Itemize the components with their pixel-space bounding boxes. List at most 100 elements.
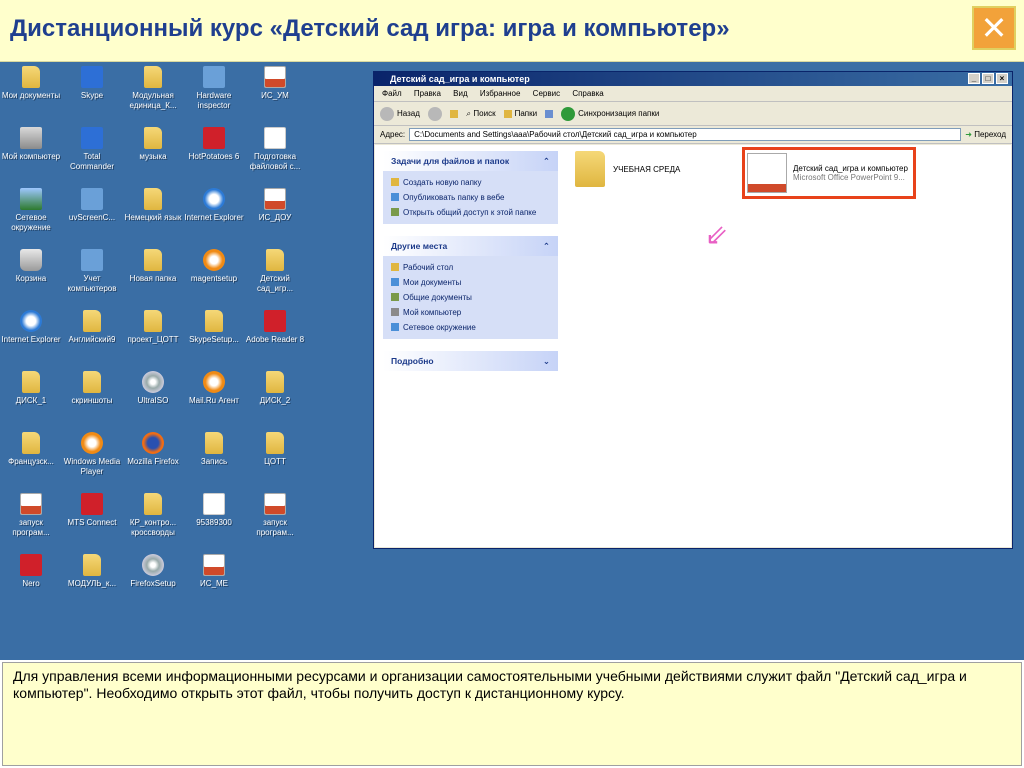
task-panel-header[interactable]: Подробно ⌄ (383, 351, 558, 371)
desktop-icon[interactable]: проект_ЦОТТ (122, 308, 184, 368)
task-panel-title: Другие места (391, 241, 448, 251)
desktop-icon[interactable]: Internet Explorer (0, 308, 62, 368)
menu-tools[interactable]: Сервис (533, 89, 560, 98)
folder-icon (144, 188, 162, 210)
desktop-icon[interactable]: Mail.Ru Агент (183, 369, 245, 429)
task-link[interactable]: Создать новую папку (391, 175, 550, 190)
desktop-icon[interactable]: ЦОТТ (244, 430, 306, 490)
desktop-icon-label: Учет компьютеров (67, 274, 117, 293)
menu-file[interactable]: Файл (382, 89, 402, 98)
folder-icon (266, 249, 284, 271)
desktop-icon[interactable]: 95389300 (183, 491, 245, 551)
desktop-icon[interactable]: запуск програм... (244, 491, 306, 551)
desktop-icon[interactable]: HotPotatoes 6 (183, 125, 245, 185)
task-panel-header[interactable]: Задачи для файлов и папок ⌃ (383, 151, 558, 171)
menu-edit[interactable]: Правка (414, 89, 441, 98)
slide: Дистанционный курс «Детский сад игра: иг… (0, 0, 1024, 768)
file-name: Детский сад_игра и компьютер (793, 164, 908, 173)
folders-button[interactable]: Папки (503, 102, 537, 126)
task-panel: Другие места ⌃ Рабочий стол Мои документы Об… (383, 236, 558, 339)
task-link[interactable]: Мой компьютер (391, 305, 550, 320)
desktop-icon-label: Windows Media Player (63, 457, 121, 476)
desktop-icon[interactable]: Мой компьютер (0, 125, 62, 185)
desktop-icon[interactable]: ДИСК_1 (0, 369, 62, 429)
desktop-icon[interactable]: Hardware inspector (183, 64, 245, 124)
desktop-icon-label: uvScreenC... (68, 213, 116, 222)
desktop-icon[interactable]: ИС_МЕ (183, 552, 245, 612)
desktop-icon[interactable]: FirefoxSetup (122, 552, 184, 612)
desktop-icon[interactable]: Total Commander (61, 125, 123, 185)
sync-button[interactable]: Синхронизация папки (561, 102, 659, 126)
menu-view[interactable]: Вид (453, 89, 467, 98)
menu-favorites[interactable]: Избранное (480, 89, 521, 98)
desktop-icon[interactable]: Немецкий язык (122, 186, 184, 246)
desktop-icon-label: 95389300 (196, 518, 232, 527)
desktop-icon[interactable]: Мои документы (0, 64, 62, 124)
task-link[interactable]: Сетевое окружение (391, 320, 550, 335)
desktop-icon-label: Немецкий язык (124, 213, 182, 222)
desktop-icon-label: запуск програм... (256, 518, 294, 537)
desktop-icon[interactable]: Skype (61, 64, 123, 124)
desktop-icon[interactable]: Новая папка (122, 247, 184, 307)
desktop-icon[interactable]: Английский9 (61, 308, 123, 368)
task-link[interactable]: Рабочий стол (391, 260, 550, 275)
powerpoint-icon (264, 493, 286, 515)
desktop-icon-label: Hardware inspector (196, 91, 232, 110)
task-link-label: Мой компьютер (403, 308, 462, 317)
file-item-presentation[interactable]: Детский сад_игра и компьютер Microsoft O… (742, 147, 916, 199)
go-button[interactable]: ➜ Переход (965, 126, 1012, 144)
task-icon (391, 208, 399, 216)
desktop-icon[interactable]: ИС_УМ (244, 64, 306, 124)
desktop-icon[interactable]: UltraISO (122, 369, 184, 429)
up-button[interactable] (449, 109, 458, 118)
desktop-icon[interactable]: скриншоты (61, 369, 123, 429)
desktop-icon[interactable]: Детский сад_игр... (244, 247, 306, 307)
task-panel-header[interactable]: Другие места ⌃ (383, 236, 558, 256)
search-button[interactable]: ⌕ Поиск (466, 102, 496, 126)
explorer-titlebar[interactable]: Детский сад_игра и компьютер _ □ × (374, 72, 1012, 86)
close-button[interactable]: ✕ (972, 6, 1016, 50)
back-button[interactable]: Назад (380, 102, 420, 126)
desktop-icon[interactable]: Internet Explorer (183, 186, 245, 246)
task-link[interactable]: Опубликовать папку в вебе (391, 190, 550, 205)
address-field[interactable]: C:\Documents and Settings\aaa\Рабочий ст… (409, 128, 962, 141)
desktop-icon[interactable]: uvScreenC... (61, 186, 123, 246)
desktop-icon[interactable]: Adobe Reader 8 (244, 308, 306, 368)
desktop-icon[interactable]: Сетевое окружение (0, 186, 62, 246)
desktop-icon-label: ИС_УМ (261, 91, 289, 100)
desktop-icon-label: Skype (80, 91, 104, 100)
desktop-icon[interactable]: Модульная единица_К... (122, 64, 184, 124)
go-arrow-icon: ➜ (965, 129, 972, 139)
forward-button[interactable] (427, 106, 442, 121)
desktop-icon[interactable]: Nero (0, 552, 62, 612)
task-link[interactable]: Открыть общий доступ к этой папке (391, 205, 550, 220)
menu-help[interactable]: Справка (572, 89, 603, 98)
task-link[interactable]: Общие документы (391, 290, 550, 305)
desktop-icon[interactable]: Запись (183, 430, 245, 490)
maximize-button[interactable]: □ (982, 73, 994, 84)
internet-explorer-icon (203, 188, 225, 210)
desktop-icon[interactable]: запуск програм... (0, 491, 62, 551)
minimize-button[interactable]: _ (968, 73, 980, 84)
desktop-icon[interactable]: музыка (122, 125, 184, 185)
desktop-icon[interactable]: КР_контро... кроссворды (122, 491, 184, 551)
desktop-icon[interactable]: Mozilla Firefox (122, 430, 184, 490)
desktop-icon[interactable]: Французск... (0, 430, 62, 490)
window-close-button[interactable]: × (996, 73, 1008, 84)
views-button[interactable] (545, 109, 554, 118)
desktop-icon[interactable]: МОДУЛЬ_к... (61, 552, 123, 612)
desktop-icon[interactable]: Учет компьютеров (61, 247, 123, 307)
desktop-icon-label: SkypeSetup... (189, 335, 239, 344)
desktop-icon[interactable]: ИС_ДОУ (244, 186, 306, 246)
desktop-icon-label: Сетевое окружение (11, 213, 51, 232)
desktop-icon[interactable]: ДИСК_2 (244, 369, 306, 429)
desktop-icon[interactable]: SkypeSetup... (183, 308, 245, 368)
file-item-folder[interactable]: УЧЕБНАЯ СРЕДА (575, 151, 680, 187)
desktop-icon[interactable]: Подготовка файловой с... (244, 125, 306, 185)
desktop-icon[interactable]: MTS Connect (61, 491, 123, 551)
desktop-icon[interactable]: Windows Media Player (61, 430, 123, 490)
desktop-icon-label: Мои документы (1, 91, 61, 100)
task-link[interactable]: Мои документы (391, 275, 550, 290)
desktop-icon[interactable]: Корзина (0, 247, 62, 307)
desktop-icon[interactable]: magentsetup (183, 247, 245, 307)
